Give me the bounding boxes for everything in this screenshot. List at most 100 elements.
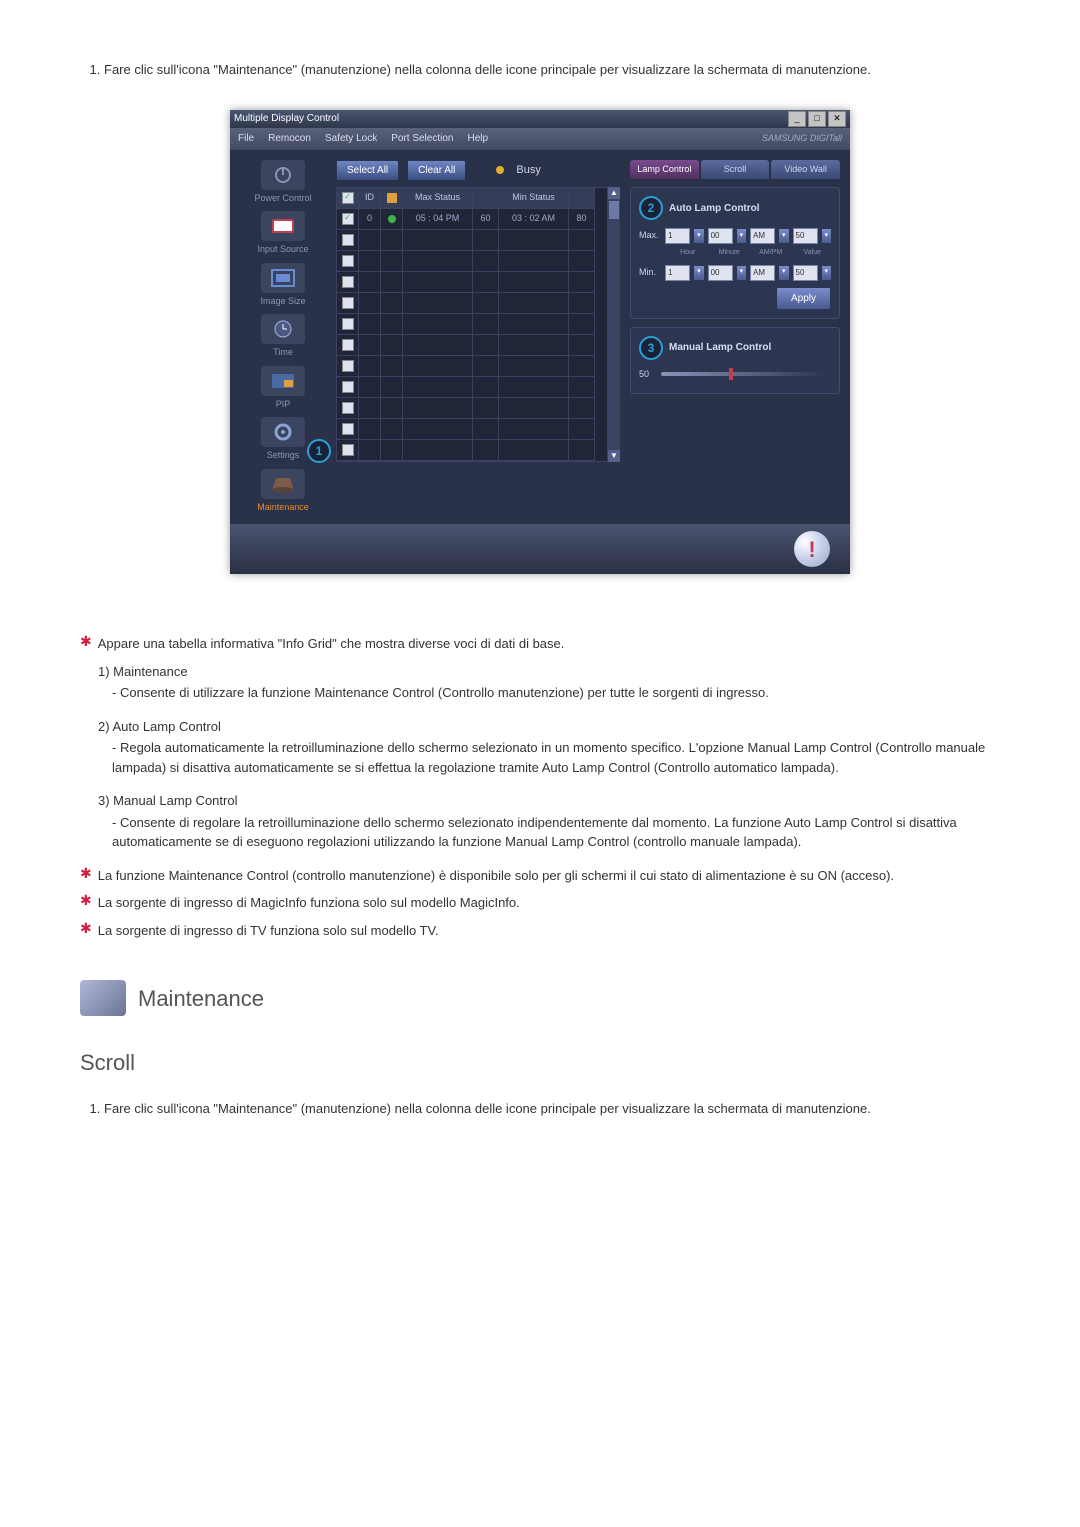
minimize-button[interactable]: _ [788, 111, 806, 127]
chevron-down-icon[interactable]: ▾ [779, 229, 788, 243]
grid-header-row: ID Max Status Min Status [337, 188, 607, 209]
table-row [337, 251, 607, 272]
intro-step: Fare clic sull'icona "Maintenance" (manu… [104, 60, 1000, 80]
min-ampm-input[interactable]: AM [750, 265, 775, 281]
manual-value: 50 [639, 368, 657, 382]
header-checkbox[interactable] [342, 192, 354, 204]
col-id: ID [359, 188, 381, 209]
chevron-down-icon[interactable]: ▾ [822, 266, 831, 280]
power-icon [261, 160, 305, 190]
min-label: Min. [639, 266, 661, 280]
max-minute-input[interactable]: 00 [708, 228, 733, 244]
table-row [337, 377, 607, 398]
auto-lamp-title: Auto Lamp Control [669, 201, 760, 216]
cell-max-val: 60 [473, 209, 499, 230]
section-header: Maintenance [80, 980, 1000, 1016]
menu-file[interactable]: File [238, 131, 254, 146]
menu-remocon[interactable]: Remocon [268, 131, 311, 146]
apply-button[interactable]: Apply [776, 287, 831, 310]
right-panel: Lamp Control Scroll Video Wall 2 Auto La… [630, 160, 840, 515]
chevron-down-icon[interactable]: ▾ [694, 266, 703, 280]
sidebar-item-time[interactable]: Time [241, 314, 325, 360]
max-row: Max. 1 ▾ 00 ▾ AM ▾ 50 ▾ [639, 228, 831, 244]
note-item: ✱ Appare una tabella informativa "Info G… [80, 634, 1000, 654]
menu-help[interactable]: Help [467, 131, 488, 146]
section-title: Maintenance [138, 982, 264, 1015]
scroll-up-icon[interactable]: ▲ [608, 187, 620, 199]
sidebar-item-power-control[interactable]: Power Control [241, 160, 325, 206]
tab-scroll[interactable]: Scroll [701, 160, 770, 180]
min-hour-input[interactable]: 1 [665, 265, 690, 281]
note-item: ✱ La funzione Maintenance Control (contr… [80, 866, 1000, 886]
table-row [337, 398, 607, 419]
star-icon: ✱ [80, 634, 92, 654]
sublabels-row: Hour Minute AM/PM Value [669, 248, 831, 259]
table-row [337, 419, 607, 440]
image-size-icon [261, 263, 305, 293]
note-text: La funzione Maintenance Control (control… [98, 866, 894, 886]
table-row[interactable]: 0 05 : 04 PM 60 03 : 02 AM 80 [337, 209, 607, 230]
tab-video-wall[interactable]: Video Wall [771, 160, 840, 180]
sidebar-item-input-source[interactable]: Input Source [241, 211, 325, 257]
tab-row: Lamp Control Scroll Video Wall [630, 160, 840, 180]
tab-lamp-control[interactable]: Lamp Control [630, 160, 699, 180]
maximize-button[interactable]: □ [808, 111, 826, 127]
outro-steps-list: Fare clic sull'icona "Maintenance" (manu… [80, 1099, 1000, 1119]
slider-thumb[interactable] [729, 368, 733, 380]
grid-scrollbar[interactable]: ▲ ▼ [608, 187, 620, 462]
menu-safety-lock[interactable]: Safety Lock [325, 131, 377, 146]
outro-step: Fare clic sull'icona "Maintenance" (manu… [104, 1099, 1000, 1119]
manual-slider[interactable] [661, 372, 831, 376]
chevron-down-icon[interactable]: ▾ [694, 229, 703, 243]
chevron-down-icon[interactable]: ▾ [779, 266, 788, 280]
star-icon: ✱ [80, 921, 92, 941]
sidebar-item-image-size[interactable]: Image Size [241, 263, 325, 309]
cell-min-val: 80 [569, 209, 595, 230]
chevron-down-icon[interactable]: ▾ [737, 266, 746, 280]
min-minute-input[interactable]: 00 [708, 265, 733, 281]
manual-lamp-title: Manual Lamp Control [669, 340, 771, 355]
sidebar-item-maintenance[interactable]: Maintenance [241, 469, 325, 515]
table-row [337, 335, 607, 356]
max-value-input[interactable]: 50 [793, 228, 818, 244]
intro-steps-list: Fare clic sull'icona "Maintenance" (manu… [80, 60, 1000, 80]
sidebar-item-pip[interactable]: PIP [241, 366, 325, 412]
window-title: Multiple Display Control [234, 111, 339, 126]
input-source-icon [261, 211, 305, 241]
chevron-down-icon[interactable]: ▾ [737, 229, 746, 243]
col-min-status: Min Status [499, 188, 569, 209]
warning-icon: ! [794, 531, 830, 567]
list-item: 1) Maintenance - Consente di utilizzare … [98, 662, 1000, 703]
scroll-down-icon[interactable]: ▼ [608, 450, 620, 462]
maintenance-section-icon [80, 980, 126, 1016]
cell-max-status: 05 : 04 PM [403, 209, 473, 230]
pip-icon [261, 366, 305, 396]
content-area: Power Control Input Source Image Size Ti… [230, 150, 850, 525]
grid-toolbar: Select All Clear All Busy [336, 160, 620, 181]
row-checkbox[interactable] [342, 213, 354, 225]
footer-bar: ! [230, 524, 850, 574]
note-item: ✱ La sorgente di ingresso di TV funziona… [80, 921, 1000, 941]
clear-all-button[interactable]: Clear All [407, 160, 466, 181]
select-all-button[interactable]: Select All [336, 160, 399, 181]
star-icon: ✱ [80, 866, 92, 886]
chevron-down-icon[interactable]: ▾ [822, 229, 831, 243]
close-button[interactable]: ✕ [828, 111, 846, 127]
menubar: File Remocon Safety Lock Port Selection … [230, 128, 850, 150]
scroll-thumb[interactable] [609, 201, 619, 219]
col-min-val [569, 188, 595, 209]
max-hour-input[interactable]: 1 [665, 228, 690, 244]
center-column: Select All Clear All Busy ID Max Status … [336, 160, 620, 515]
table-row [337, 440, 607, 461]
min-value-input[interactable]: 50 [793, 265, 818, 281]
settings-icon [261, 417, 305, 447]
note-text: La sorgente di ingresso di TV funziona s… [98, 921, 439, 941]
max-ampm-input[interactable]: AM [750, 228, 775, 244]
col-max-val [473, 188, 499, 209]
menu-port-selection[interactable]: Port Selection [391, 131, 453, 146]
maintenance-icon [261, 469, 305, 499]
app-window: Multiple Display Control _ □ ✕ File Remo… [230, 110, 850, 575]
max-label: Max. [639, 229, 661, 243]
sidebar-item-settings[interactable]: Settings 1 [241, 417, 325, 463]
callout-2: 2 [639, 196, 663, 220]
